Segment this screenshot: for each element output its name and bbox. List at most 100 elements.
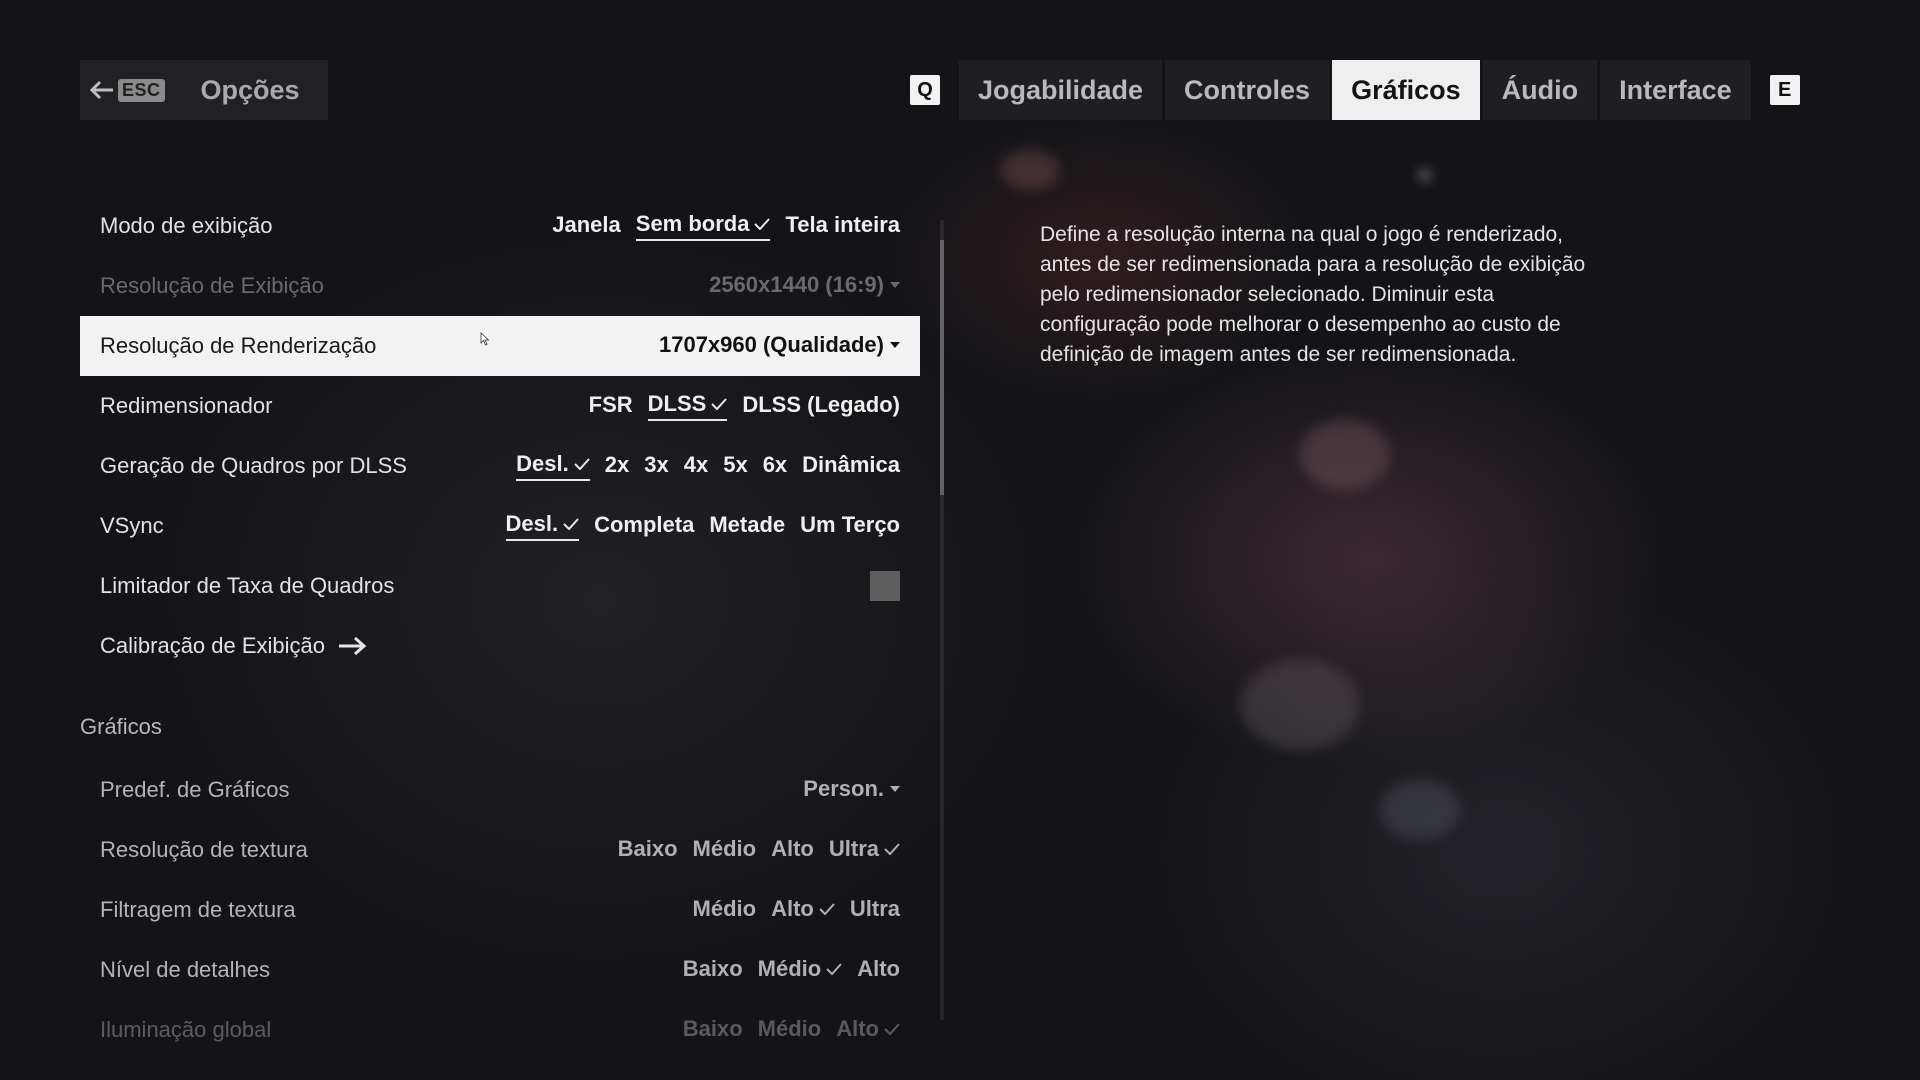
option-dlss-legado[interactable]: DLSS (Legado) [742, 392, 900, 420]
setting-texture-filtering[interactable]: Filtragem de textura Médio Alto Ultra [80, 880, 920, 940]
option-fsr[interactable]: FSR [589, 392, 633, 420]
option-label: Alto [771, 896, 814, 921]
checkmark-icon [754, 218, 771, 230]
esc-key-hint[interactable]: ESC [118, 78, 165, 102]
option-um-terco[interactable]: Um Terço [800, 512, 900, 540]
background-bokeh [1000, 150, 1060, 190]
setting-label: VSync [100, 513, 164, 538]
option-medio[interactable]: Médio [758, 1016, 822, 1044]
setting-label: Calibração de Exibição [100, 633, 326, 658]
option-3x[interactable]: 3x [644, 452, 668, 480]
background-bokeh [1380, 780, 1460, 840]
option-tela-inteira[interactable]: Tela inteira [785, 212, 900, 240]
checkmark-icon [826, 963, 842, 975]
setting-detail-level[interactable]: Nível de detalhes Baixo Médio Alto [80, 940, 920, 1000]
tab-graficos[interactable]: Gráficos [1332, 60, 1480, 120]
option-dinamica[interactable]: Dinâmica [802, 452, 900, 480]
option-alto[interactable]: Alto [857, 956, 900, 984]
option-4x[interactable]: 4x [684, 452, 708, 480]
option-medio[interactable]: Médio [693, 896, 757, 924]
background-bokeh [1240, 660, 1360, 750]
option-label: DLSS [647, 391, 707, 416]
setting-description: Define a resolução interna na qual o jog… [1040, 223, 1586, 366]
option-baixo[interactable]: Baixo [618, 836, 678, 864]
checkmark-icon [563, 518, 579, 530]
setting-label: Modo de exibição [100, 213, 273, 238]
frame-limiter-checkbox[interactable] [870, 571, 900, 601]
setting-display-mode[interactable]: Modo de exibição Janela Sem borda Tela i… [80, 196, 920, 256]
settings-scrollbar[interactable] [940, 220, 944, 1020]
setting-render-resolution[interactable]: Resolução de Renderização 1707x960 (Qual… [80, 316, 920, 376]
render-resolution-dropdown[interactable]: 1707x960 (Qualidade) [659, 332, 900, 360]
option-alto[interactable]: Alto [836, 1016, 900, 1044]
option-label: Alto [836, 1016, 879, 1041]
option-6x[interactable]: 6x [763, 452, 787, 480]
option-janela[interactable]: Janela [552, 212, 621, 240]
setting-label: Iluminação global [100, 1017, 272, 1042]
setting-global-illumination[interactable]: Iluminação global Baixo Médio Alto [80, 1000, 920, 1060]
chevron-down-icon [890, 282, 900, 288]
dropdown-value: 2560x1440 (16:9) [709, 272, 884, 297]
option-5x[interactable]: 5x [723, 452, 747, 480]
checkmark-icon [574, 458, 590, 470]
option-2x[interactable]: 2x [605, 452, 629, 480]
setting-label: Limitador de Taxa de Quadros [100, 573, 395, 598]
scrollbar-thumb[interactable] [940, 240, 944, 495]
setting-texture-resolution[interactable]: Resolução de textura Baixo Médio Alto Ul… [80, 820, 920, 880]
setting-label: Resolução de textura [100, 837, 308, 862]
option-baixo[interactable]: Baixo [683, 1016, 743, 1044]
option-label: Médio [757, 956, 822, 981]
tab-audio[interactable]: Áudio [1482, 60, 1598, 120]
settings-list: Modo de exibição Janela Sem borda Tela i… [80, 196, 920, 1060]
option-ultra[interactable]: Ultra [829, 836, 900, 864]
checkmark-icon [711, 398, 728, 410]
options-header: ESC Opções [80, 60, 328, 120]
setting-label: Geração de Quadros por DLSS [100, 453, 407, 478]
option-medio[interactable]: Médio [693, 836, 757, 864]
next-tab-key-hint[interactable]: E [1769, 75, 1800, 105]
option-metade[interactable]: Metade [709, 512, 785, 540]
arrow-right-icon [337, 635, 367, 657]
chevron-down-icon [890, 786, 900, 792]
option-label: Ultra [828, 836, 879, 861]
page-title: Opções [200, 74, 300, 105]
setting-display-calibration[interactable]: Calibração de Exibição [80, 616, 920, 676]
setting-label: Filtragem de textura [100, 897, 296, 922]
checkmark-icon [819, 903, 835, 915]
tab-jogabilidade[interactable]: Jogabilidade [959, 60, 1163, 120]
dropdown-value: 1707x960 (Qualidade) [658, 332, 884, 357]
setting-frame-limiter[interactable]: Limitador de Taxa de Quadros [80, 556, 920, 616]
option-dlss[interactable]: DLSS [647, 391, 728, 421]
option-desl[interactable]: Desl. [505, 511, 580, 541]
background-bokeh [1420, 170, 1430, 180]
prev-tab-key-hint[interactable]: Q [910, 75, 940, 105]
back-arrow-icon[interactable] [90, 77, 116, 103]
option-label: Desl. [505, 511, 559, 536]
checkmark-icon [884, 843, 900, 855]
option-completa[interactable]: Completa [594, 512, 694, 540]
dropdown-value: Person. [803, 776, 884, 801]
option-baixo[interactable]: Baixo [683, 956, 743, 984]
setting-vsync[interactable]: VSync Desl. Completa Metade Um Terço [80, 496, 920, 556]
option-ultra[interactable]: Ultra [850, 896, 900, 924]
setting-upscaler[interactable]: Redimensionador FSR DLSS DLSS (Legado) [80, 376, 920, 436]
setting-frame-generation[interactable]: Geração de Quadros por DLSS Desl. 2x 3x … [80, 436, 920, 496]
option-sem-borda[interactable]: Sem borda [635, 211, 771, 241]
setting-label: Nível de detalhes [100, 957, 270, 982]
option-medio[interactable]: Médio [758, 956, 843, 984]
resolution-dropdown: 2560x1440 (16:9) [709, 272, 900, 300]
option-alto[interactable]: Alto [771, 836, 814, 864]
section-title-graficos: Gráficos [80, 714, 162, 739]
mouse-cursor-icon [480, 332, 490, 346]
setting-label: Predef. de Gráficos [100, 777, 290, 802]
option-label: Sem borda [635, 211, 750, 236]
setting-graphics-preset[interactable]: Predef. de Gráficos Person. [80, 760, 920, 820]
setting-label: Resolução de Exibição [100, 273, 324, 298]
tab-interface[interactable]: Interface [1600, 60, 1751, 120]
option-alto[interactable]: Alto [771, 896, 835, 924]
preset-dropdown[interactable]: Person. [803, 776, 900, 804]
tab-controles[interactable]: Controles [1165, 60, 1330, 120]
option-desl[interactable]: Desl. [516, 451, 590, 481]
setting-display-resolution: Resolução de Exibição 2560x1440 (16:9) [80, 256, 920, 316]
checkmark-icon [884, 1023, 900, 1035]
